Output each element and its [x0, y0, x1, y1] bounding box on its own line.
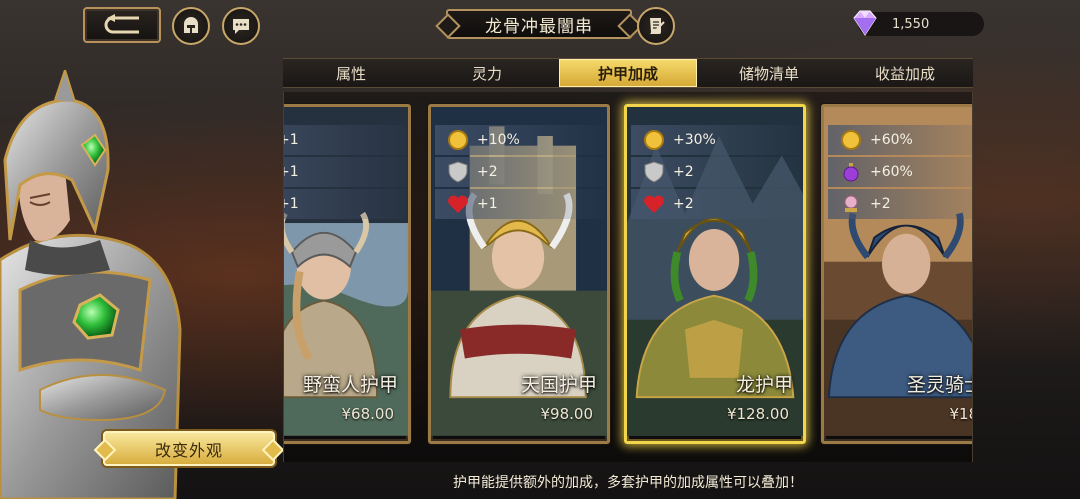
- bonus-row: +30%: [631, 125, 801, 155]
- bonus-value: +10%: [477, 132, 520, 148]
- bonus-row: +1: [435, 189, 605, 219]
- armor-hint-text: 护甲能提供额外的加成，多套护甲的加成属性可以叠加！: [453, 475, 803, 491]
- bonus-row: +60%: [828, 157, 972, 187]
- bonus-row: +2: [828, 189, 972, 219]
- armor-name: 野蛮人护甲: [302, 374, 398, 396]
- tab-storage[interactable]: 储物清单: [701, 59, 837, 87]
- armor-name: 圣灵骑士护: [906, 374, 972, 396]
- coin-icon: [448, 130, 468, 150]
- armor-card-holy-knight[interactable]: +60% +60% +2 圣灵骑士护 ¥188.0: [821, 104, 973, 444]
- armor-card-barbarian[interactable]: +1 +1 +1 野蛮人护甲 ¥68.00: [284, 104, 411, 444]
- chat-icon: [233, 19, 249, 34]
- back-button[interactable]: [83, 7, 161, 43]
- change-appearance-button[interactable]: 改变外观: [103, 431, 275, 466]
- tab-income-bonus[interactable]: 收益加成: [837, 59, 973, 87]
- scroll-icon: [649, 18, 665, 34]
- bonus-value: +1: [284, 132, 299, 148]
- bonus-value: +2: [870, 196, 891, 212]
- heart-icon: [644, 195, 664, 213]
- bonus-value: +1: [284, 164, 299, 180]
- tab-armor-bonus[interactable]: 护甲加成: [559, 59, 697, 87]
- gem-count: 1,550: [892, 16, 930, 32]
- armor-name: 龙护甲: [735, 374, 793, 396]
- bonus-list: +1 +1 +1: [284, 125, 406, 221]
- bonus-row: +60%: [828, 125, 972, 155]
- armor-card-list[interactable]: +1 +1 +1 野蛮人护甲 ¥68.00: [283, 92, 973, 462]
- coin-icon: [841, 130, 861, 150]
- tab-bar: 属性 灵力 护甲加成 储物清单 收益加成: [283, 58, 973, 88]
- bonus-value: +60%: [870, 164, 913, 180]
- armor-name: 天国护甲: [520, 374, 597, 396]
- bonus-list: +30% +2 +2: [631, 125, 801, 221]
- bonus-row: +1: [284, 157, 406, 187]
- bonus-list: +60% +60% +2: [828, 125, 972, 221]
- helmet-button[interactable]: [172, 7, 210, 45]
- bonus-value: +1: [284, 196, 299, 212]
- armor-card-heavenly[interactable]: +10% +2 +1 天国护甲 ¥98.00: [428, 104, 610, 444]
- shield-icon: [448, 161, 468, 183]
- bonus-value: +30%: [673, 132, 716, 148]
- helmet-icon: [184, 17, 198, 33]
- tab-spirit[interactable]: 灵力: [419, 59, 555, 87]
- bonus-value: +2: [673, 196, 694, 212]
- tab-attributes[interactable]: 属性: [283, 59, 419, 87]
- gem-counter[interactable]: 1,550: [853, 10, 984, 36]
- bonus-row: +1: [284, 189, 406, 219]
- bonus-row: +2: [631, 189, 801, 219]
- armor-card-dragon[interactable]: +30% +2 +2 龙护甲 ¥128.00: [624, 104, 806, 444]
- shield-icon: [644, 161, 664, 183]
- coin-icon: [644, 130, 664, 150]
- bonus-row: +10%: [435, 125, 605, 155]
- heart-icon: [448, 195, 468, 213]
- bonus-list: +10% +2 +1: [435, 125, 605, 221]
- diamond-icon: [853, 10, 877, 36]
- bonus-value: +2: [477, 164, 498, 180]
- armor-price: ¥188.0: [949, 405, 973, 423]
- bonus-value: +60%: [870, 132, 913, 148]
- armor-price: ¥68.00: [341, 405, 395, 423]
- bonus-row: +1: [284, 125, 406, 155]
- kingdom-title: 龙骨冲最闇串: [446, 9, 632, 39]
- back-arrow-icon: [104, 14, 139, 34]
- chat-button[interactable]: [222, 7, 260, 45]
- scroll-button[interactable]: [637, 7, 675, 45]
- bonus-row: +2: [435, 157, 605, 187]
- orb-icon: [844, 195, 858, 212]
- armor-price: ¥128.00: [726, 405, 789, 423]
- bonus-value: +2: [673, 164, 694, 180]
- armor-price: ¥98.00: [540, 405, 594, 423]
- potion-icon: [843, 163, 859, 182]
- bonus-value: +1: [477, 196, 498, 212]
- bonus-row: +2: [631, 157, 801, 187]
